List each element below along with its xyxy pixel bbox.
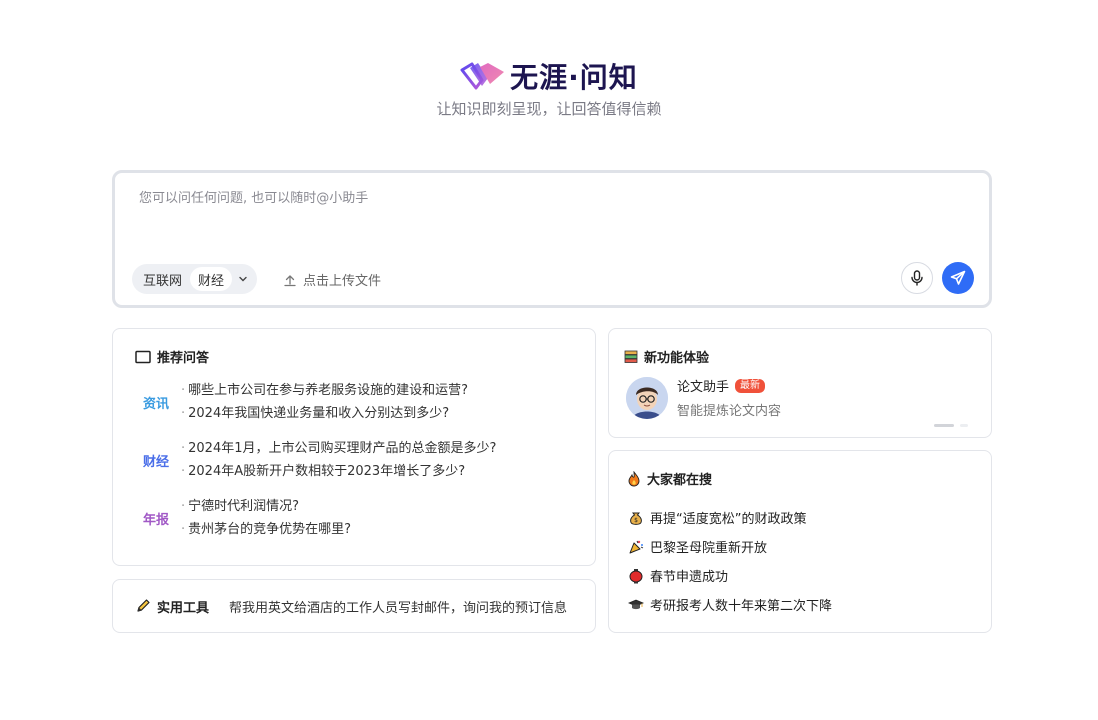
- fire-icon: [628, 470, 640, 486]
- upload-label: 点击上传文件: [303, 274, 382, 289]
- upload-file-button[interactable]: 点击上传文件: [283, 270, 381, 289]
- rec-question[interactable]: · 哪些上市公司在参与养老服务设施的建设和运营?: [181, 379, 468, 402]
- rec-group-finance: 财经 · 2024年1月，上市公司购买理财产品的总金额是多少? · 2024年A股新…: [143, 437, 496, 483]
- tagline: 让知识即刻呈现，让回答值得信赖: [436, 100, 662, 118]
- rec-question[interactable]: · 2024年1月，上市公司购买理财产品的总金额是多少?: [181, 437, 496, 460]
- source-chip-group: 互联网 财经: [132, 264, 258, 294]
- search-input[interactable]: [139, 187, 959, 237]
- search-box: 互联网 财经 点击上传文件: [112, 170, 992, 308]
- logo: 无涯·问知: [0, 56, 1098, 96]
- rec-question[interactable]: · 2024年A股新开户数相较于2023年增长了多少?: [181, 460, 496, 483]
- chip-finance[interactable]: 财经: [190, 267, 233, 291]
- tools-title: 实用工具: [135, 597, 209, 616]
- money-bag-icon: $: [627, 509, 645, 527]
- trending-item[interactable]: $ 再提“适度宽松”的财政政策: [627, 508, 806, 527]
- send-button[interactable]: [942, 262, 974, 294]
- microphone-button[interactable]: [901, 262, 933, 294]
- trending-title: 大家都在搜: [627, 469, 712, 488]
- new-features-card: 新功能体验 论文助手 最新 智能提炼论文内容: [608, 328, 992, 438]
- trending-item[interactable]: 春节申遗成功: [627, 566, 728, 585]
- features-title: 新功能体验: [624, 347, 709, 366]
- trending-card: 大家都在搜 $ 再提“适度宽松”的财政政策 巴黎圣母院重新开放 春节申遗成功 考…: [608, 450, 992, 633]
- chip-internet[interactable]: 互联网: [135, 267, 190, 291]
- rec-question[interactable]: · 宁德时代利润情况?: [181, 495, 351, 518]
- rec-tag: 年报: [143, 512, 170, 528]
- rec-group-news: 资讯 · 哪些上市公司在参与养老服务设施的建设和运营? · 2024年我国快递业务量…: [143, 379, 468, 425]
- book-icon: [135, 350, 151, 363]
- trending-item[interactable]: 考研报考人数十年来第二次下降: [627, 595, 832, 614]
- svg-text:$: $: [634, 517, 638, 524]
- recommend-card: 推荐问答 资讯 · 哪些上市公司在参与养老服务设施的建设和运营? · 2024年我国…: [112, 328, 596, 566]
- avatar[interactable]: [626, 377, 668, 419]
- feature-paper-assistant[interactable]: 论文助手 最新: [677, 376, 766, 395]
- trending-item[interactable]: 巴黎圣母院重新开放: [627, 537, 767, 556]
- pencil-icon: [137, 599, 150, 612]
- logo-icon: [460, 62, 505, 90]
- feature-description: 智能提炼论文内容: [677, 404, 782, 419]
- rec-group-annual-report: 年报 · 宁德时代利润情况? · 贵州茅台的竞争优势在哪里?: [143, 495, 351, 541]
- graduation-cap-icon: [627, 596, 645, 614]
- recommend-title: 推荐问答: [135, 347, 209, 366]
- rec-tag: 财经: [143, 454, 170, 470]
- paper-plane-icon: [950, 270, 966, 285]
- red-lantern-icon: [627, 567, 645, 585]
- party-popper-icon: [627, 538, 645, 556]
- brand-name: 无涯·问知: [510, 61, 638, 94]
- new-badge: 最新: [735, 378, 766, 393]
- upload-icon: [284, 274, 296, 286]
- books-icon: [624, 350, 638, 363]
- tool-example-prompt[interactable]: 帮我用英文给酒店的工作人员写封邮件，询问我的预订信息: [229, 597, 569, 616]
- carousel-indicator[interactable]: [934, 424, 974, 427]
- tools-card: 实用工具 帮我用英文给酒店的工作人员写封邮件，询问我的预订信息: [112, 579, 596, 633]
- rec-tag: 资讯: [143, 396, 170, 412]
- rec-question[interactable]: · 2024年我国快递业务量和收入分别达到多少?: [181, 402, 468, 425]
- microphone-icon: [911, 270, 923, 286]
- chevron-down-icon[interactable]: [232, 267, 254, 291]
- rec-question[interactable]: · 贵州茅台的竞争优势在哪里?: [181, 518, 351, 541]
